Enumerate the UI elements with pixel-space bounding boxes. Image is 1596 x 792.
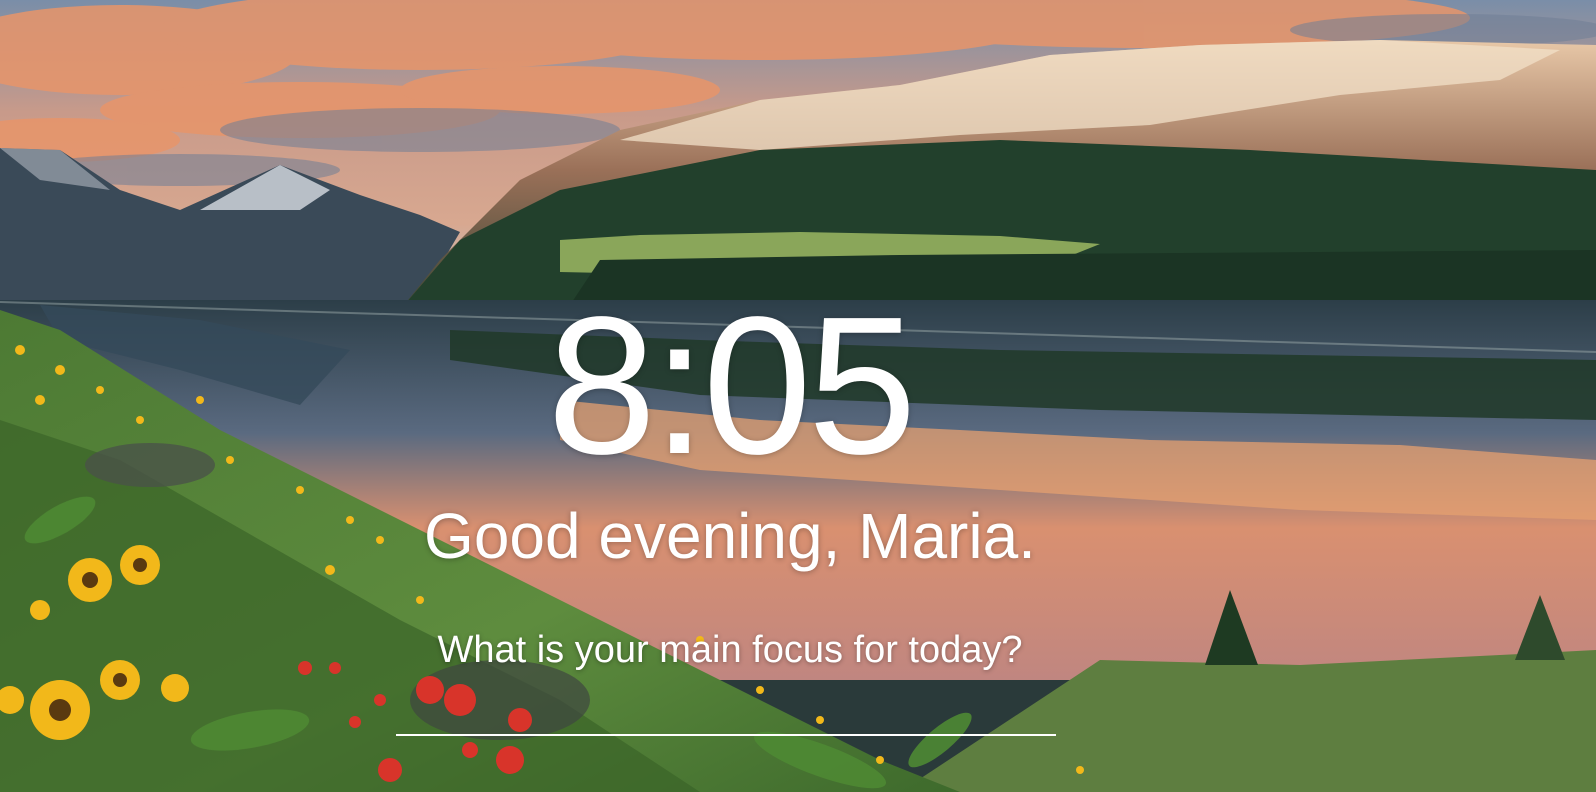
clock-time[interactable]: 8:05 — [540, 288, 920, 484]
new-tab-dashboard: 8:05 Good evening, Maria. What is your m… — [0, 0, 1596, 792]
main-focus-input[interactable] — [396, 690, 1056, 736]
greeting-message[interactable]: Good evening, Maria. — [380, 500, 1080, 572]
focus-question: What is your main focus for today? — [437, 629, 1023, 671]
